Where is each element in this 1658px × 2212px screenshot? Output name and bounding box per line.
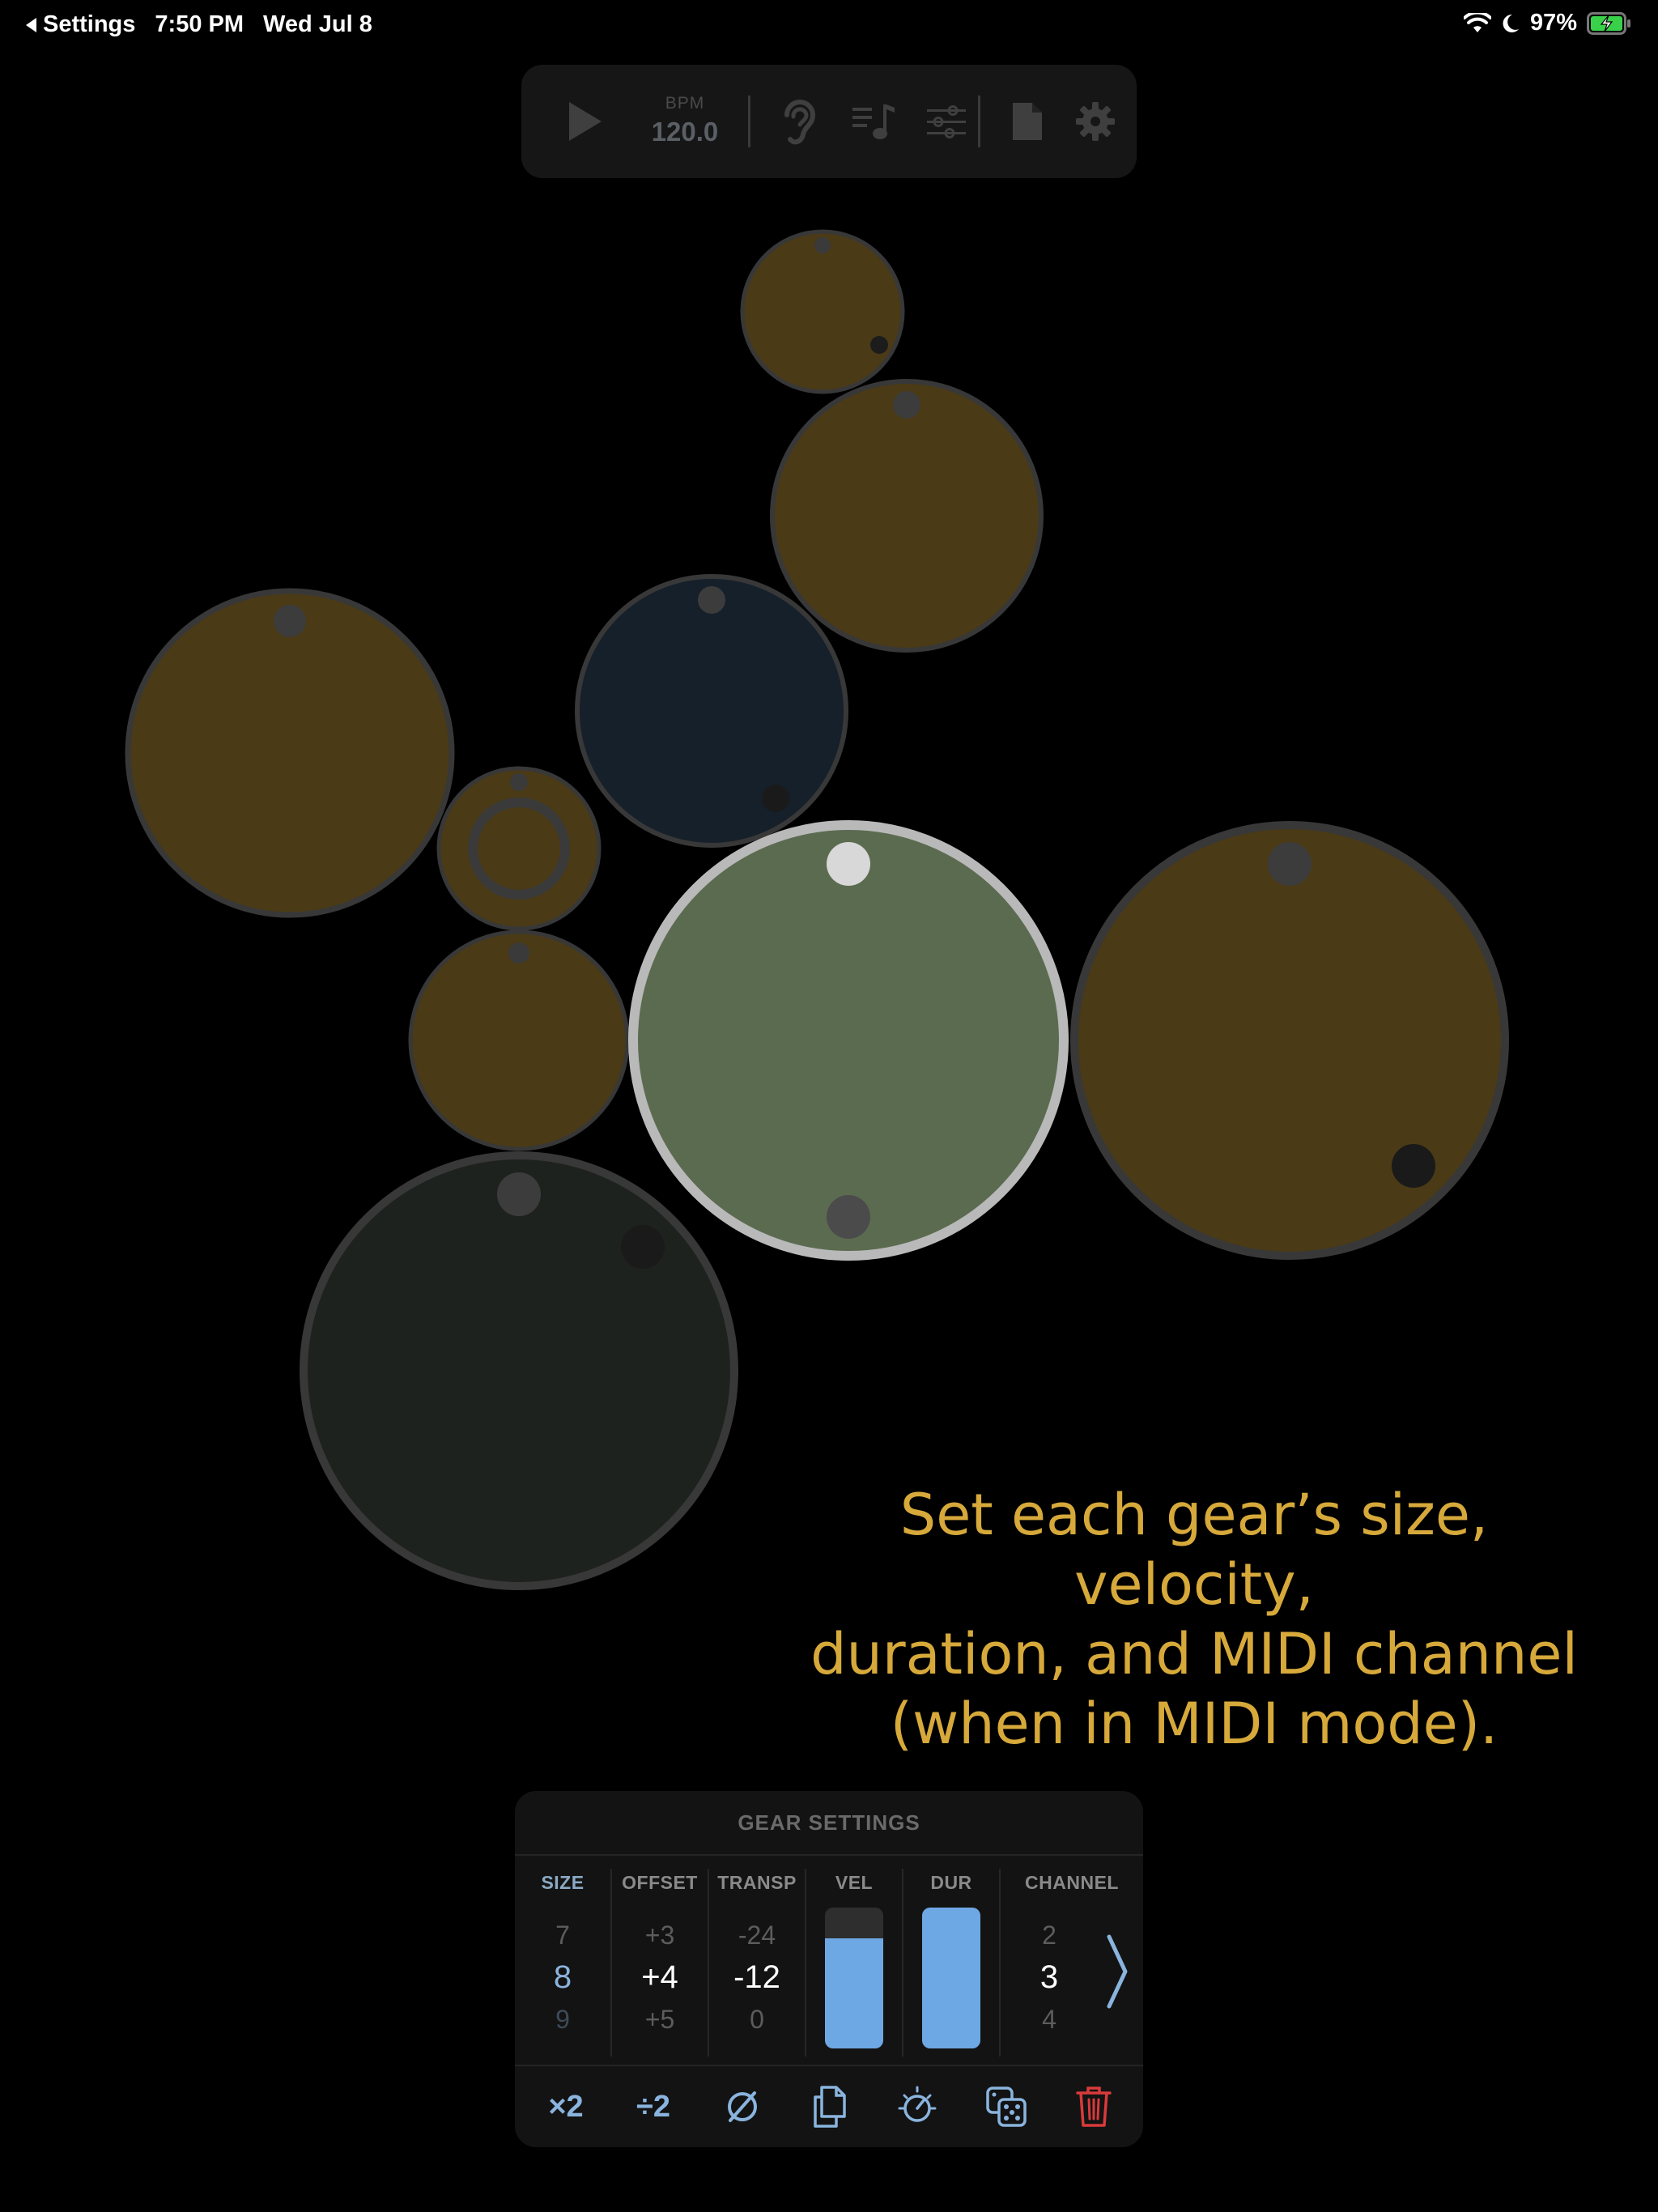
- offset-current[interactable]: +4: [612, 1956, 708, 1998]
- double-size-button[interactable]: ×2: [521, 2066, 610, 2147]
- hint-caption: Set each gear’s size, velocity, duration…: [777, 1480, 1611, 1759]
- channel-label: CHANNEL: [1025, 1872, 1119, 1893]
- transpose-next[interactable]: 0: [709, 1998, 805, 2040]
- gear[interactable]: [300, 1151, 738, 1590]
- channel-prev[interactable]: 2: [1009, 1914, 1090, 1956]
- duration-slider-fill: [922, 1908, 980, 2048]
- offset-label: OFFSET: [622, 1872, 698, 1893]
- size-current[interactable]: 8: [515, 1956, 610, 1998]
- trash-icon: [1076, 2087, 1112, 2127]
- duration-slider[interactable]: [922, 1908, 980, 2048]
- copy-icon: [814, 2086, 846, 2128]
- transpose-prev[interactable]: -24: [709, 1914, 805, 1956]
- transpose-picker[interactable]: -24 -12 0: [709, 1914, 805, 2040]
- delete-button[interactable]: [1049, 2066, 1138, 2147]
- gear[interactable]: [1070, 821, 1509, 1260]
- offset-next[interactable]: +5: [612, 1998, 708, 2040]
- empty-set-icon: [728, 2091, 757, 2122]
- size-prev[interactable]: 7: [515, 1914, 610, 1956]
- transpose-current[interactable]: -12: [709, 1956, 805, 1998]
- halve-size-button[interactable]: ÷2: [609, 2066, 698, 2147]
- duplicate-button[interactable]: [785, 2066, 874, 2147]
- velocity-label: VEL: [835, 1872, 874, 1893]
- gauge-icon: [898, 2086, 937, 2122]
- clear-button[interactable]: [698, 2066, 787, 2147]
- caption-line-2: duration, and MIDI channel: [810, 1621, 1578, 1687]
- size-label: SIZE: [541, 1872, 585, 1893]
- offset-picker[interactable]: +3 +4 +5: [612, 1914, 708, 2040]
- gear[interactable]: [740, 229, 905, 394]
- size-next[interactable]: 9: [515, 1998, 610, 2040]
- randomize-button[interactable]: [962, 2066, 1051, 2147]
- caption-line-3: (when in MIDI mode).: [890, 1691, 1499, 1757]
- velocity-slider-fill: [825, 1938, 883, 2048]
- gear[interactable]: [436, 766, 602, 931]
- velocity-slider[interactable]: [825, 1908, 883, 2048]
- gear-actions-bar: ×2 ÷2: [515, 2065, 1143, 2147]
- channel-picker[interactable]: 2 3 4: [1009, 1914, 1090, 2040]
- channel-current[interactable]: 3: [1009, 1956, 1090, 1998]
- dice-icon: [986, 2087, 1027, 2127]
- offset-prev[interactable]: +3: [612, 1914, 708, 1956]
- gear-settings-panel: GEAR SETTINGS SIZE 7 8 9 OFFSET +3 +4 +5…: [515, 1791, 1143, 2147]
- channel-next[interactable]: 4: [1009, 1998, 1090, 2040]
- gear-selected[interactable]: [628, 820, 1069, 1261]
- transpose-label: TRANSP: [717, 1872, 797, 1893]
- gear[interactable]: [770, 379, 1044, 653]
- gear[interactable]: [125, 588, 455, 918]
- speed-button[interactable]: [873, 2066, 962, 2147]
- gear[interactable]: [575, 574, 848, 848]
- size-picker[interactable]: 7 8 9: [515, 1914, 610, 2040]
- chevron-right-icon[interactable]: [1104, 1933, 1129, 2010]
- duration-label: DUR: [930, 1872, 972, 1893]
- caption-line-1: Set each gear’s size, velocity,: [899, 1482, 1489, 1618]
- gear[interactable]: [408, 929, 630, 1151]
- panel-title: GEAR SETTINGS: [515, 1791, 1143, 1856]
